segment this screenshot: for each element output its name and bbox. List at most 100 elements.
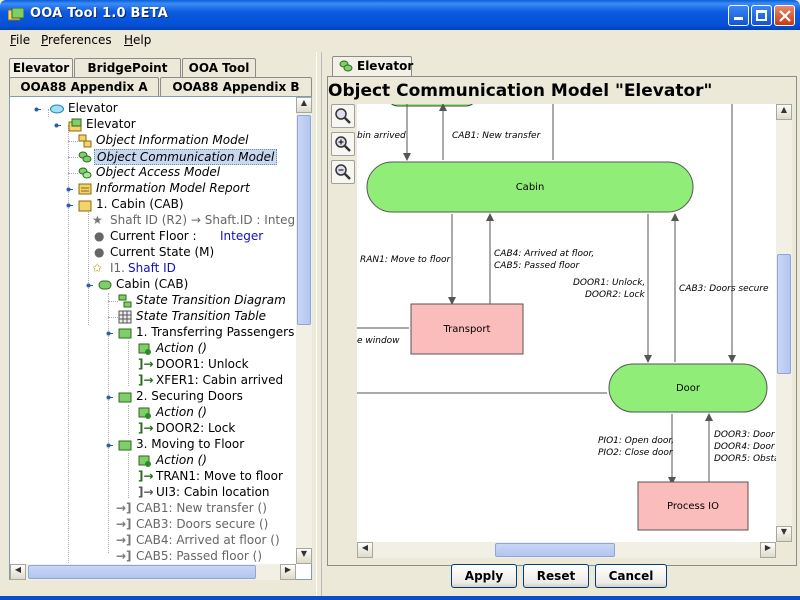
transport-label: Transport xyxy=(443,324,491,335)
generate-event-icon: ]→ xyxy=(138,469,154,483)
event-label: bin arrived xyxy=(357,131,406,141)
communication-model-icon xyxy=(339,60,353,72)
tab-elevator[interactable]: Elevator xyxy=(9,58,73,78)
table-icon xyxy=(118,310,132,324)
menu-bar: File Preferences Help xyxy=(3,30,797,52)
menu-help[interactable]: Help xyxy=(124,33,151,47)
apply-button[interactable]: Apply xyxy=(451,564,517,588)
scroll-thumb[interactable] xyxy=(28,565,256,579)
zoom-out-button[interactable] xyxy=(331,160,355,184)
communication-model-icon xyxy=(78,151,92,163)
diagram-horizontal-scrollbar[interactable]: ◀ ▶ xyxy=(357,542,776,558)
expander-icon[interactable] xyxy=(64,185,73,194)
expander-icon[interactable] xyxy=(104,441,113,450)
scroll-thumb[interactable] xyxy=(495,543,615,557)
close-button[interactable] xyxy=(774,5,795,26)
diagram-canvas[interactable]: Cabin Door Transport Process IO bin arri… xyxy=(357,104,777,542)
referential-star-icon: ★ xyxy=(92,213,103,227)
scroll-down-button[interactable]: ▼ xyxy=(776,526,792,542)
event-label: CAB3: Doors secure xyxy=(679,284,769,294)
zoom-button[interactable] xyxy=(331,104,355,128)
tree-horizontal-scrollbar[interactable]: ◀ ▶ xyxy=(10,564,296,580)
event-label: CAB5: Passed floor xyxy=(494,261,580,271)
scroll-thumb[interactable] xyxy=(777,254,791,374)
state-icon xyxy=(118,392,132,403)
action-icon xyxy=(138,407,151,419)
minimize-button[interactable] xyxy=(728,5,749,26)
tree-vertical-scrollbar[interactable]: ▲ ▼ xyxy=(296,97,312,564)
scroll-down-button[interactable]: ▼ xyxy=(296,548,312,564)
generate-event-icon: ]→ xyxy=(138,373,154,387)
scroll-thumb[interactable] xyxy=(297,115,311,325)
tab-ooa88-appendix-a[interactable]: OOA88 Appendix A xyxy=(9,77,159,97)
zoom-out-icon xyxy=(335,164,351,180)
zoom-in-button[interactable] xyxy=(331,132,355,156)
event-label: DOOR4: Door xyxy=(714,442,776,452)
event-label: e window xyxy=(357,336,400,346)
window-bottom-border xyxy=(0,596,800,600)
expander-icon[interactable] xyxy=(104,329,113,338)
expander-icon[interactable] xyxy=(64,201,73,210)
object-folder-icon xyxy=(78,200,92,212)
expander-icon[interactable] xyxy=(32,105,41,114)
report-icon xyxy=(78,183,92,195)
event-label: RAN1: Move to floor xyxy=(360,255,451,265)
close-icon xyxy=(779,10,791,22)
door-label: Door xyxy=(676,383,701,394)
scroll-up-button[interactable]: ▲ xyxy=(296,97,312,113)
partial-state-shape xyxy=(390,104,474,107)
event-label: DOOR1: Unlock, xyxy=(573,278,645,288)
event-icon: →] xyxy=(116,517,132,531)
expander-icon[interactable] xyxy=(104,393,113,402)
zoom-in-icon xyxy=(335,136,351,152)
diagram-vertical-scrollbar[interactable]: ▲ ▼ xyxy=(776,104,792,542)
tab-bridgepoint[interactable]: BridgePoint 4.2 xyxy=(74,58,181,93)
generate-event-icon: ]→ xyxy=(138,421,154,435)
cancel-button[interactable]: Cancel xyxy=(595,564,667,588)
event-icon: →] xyxy=(116,501,132,515)
diagram-title: Object Communication Model "Elevator" xyxy=(328,81,713,101)
reset-button[interactable]: Reset xyxy=(523,564,589,588)
magnifier-icon xyxy=(335,108,351,124)
menu-file[interactable]: File xyxy=(10,33,30,47)
expander-icon[interactable] xyxy=(52,121,61,130)
event-label: CAB4: Arrived at floor, xyxy=(494,249,594,259)
state-icon xyxy=(118,440,132,451)
attribute-bullet-icon: ● xyxy=(94,229,105,243)
identifier-star-icon: ✩ xyxy=(92,261,103,275)
event-icon: →] xyxy=(116,533,132,547)
state-icon xyxy=(118,328,132,339)
ocm-diagram: Cabin Door Transport Process IO bin arri… xyxy=(357,104,777,531)
event-label: CAB1: New transfer xyxy=(452,131,542,141)
expander-icon[interactable] xyxy=(84,281,93,290)
scroll-left-button[interactable]: ◀ xyxy=(357,542,373,558)
tab-elevator-diagram[interactable]: Elevator xyxy=(332,56,413,76)
scroll-right-button[interactable]: ▶ xyxy=(280,564,296,580)
scroll-right-button[interactable]: ▶ xyxy=(760,542,776,558)
menu-preferences[interactable]: Preferences xyxy=(41,33,112,47)
attribute-bullet-icon: ● xyxy=(94,245,105,259)
event-label: PIO2: Close door xyxy=(598,448,674,458)
state-model-icon xyxy=(98,280,112,290)
app-window-icon xyxy=(8,8,24,21)
split-pane-divider[interactable] xyxy=(316,52,322,598)
event-label: DOOR2: Lock xyxy=(585,290,645,300)
scroll-left-button[interactable]: ◀ xyxy=(10,564,26,580)
tab-ooa-tool[interactable]: OOA Tool xyxy=(182,58,256,78)
action-icon xyxy=(138,343,151,355)
process-io-label: Process IO xyxy=(667,501,719,512)
event-icon: →] xyxy=(116,549,132,563)
scroll-up-button[interactable]: ▲ xyxy=(776,104,792,120)
maximize-button[interactable] xyxy=(751,5,772,26)
event-label: DOOR5: Obsta xyxy=(714,454,777,464)
event-label: DOOR3: Door xyxy=(714,430,776,440)
cabin-label: Cabin xyxy=(516,182,545,193)
domain-folder-icon xyxy=(68,118,82,132)
model-tree[interactable]: Elevator Elevator Object Information Mod… xyxy=(9,96,312,580)
information-model-icon xyxy=(78,134,92,148)
window-title: OOA Tool 1.0 BETA xyxy=(30,6,168,21)
state-diagram-icon xyxy=(118,294,132,308)
tab-ooa88-appendix-b[interactable]: OOA88 Appendix B xyxy=(160,77,312,97)
action-icon xyxy=(138,455,151,467)
generate-event-icon: ]→ xyxy=(138,357,154,371)
